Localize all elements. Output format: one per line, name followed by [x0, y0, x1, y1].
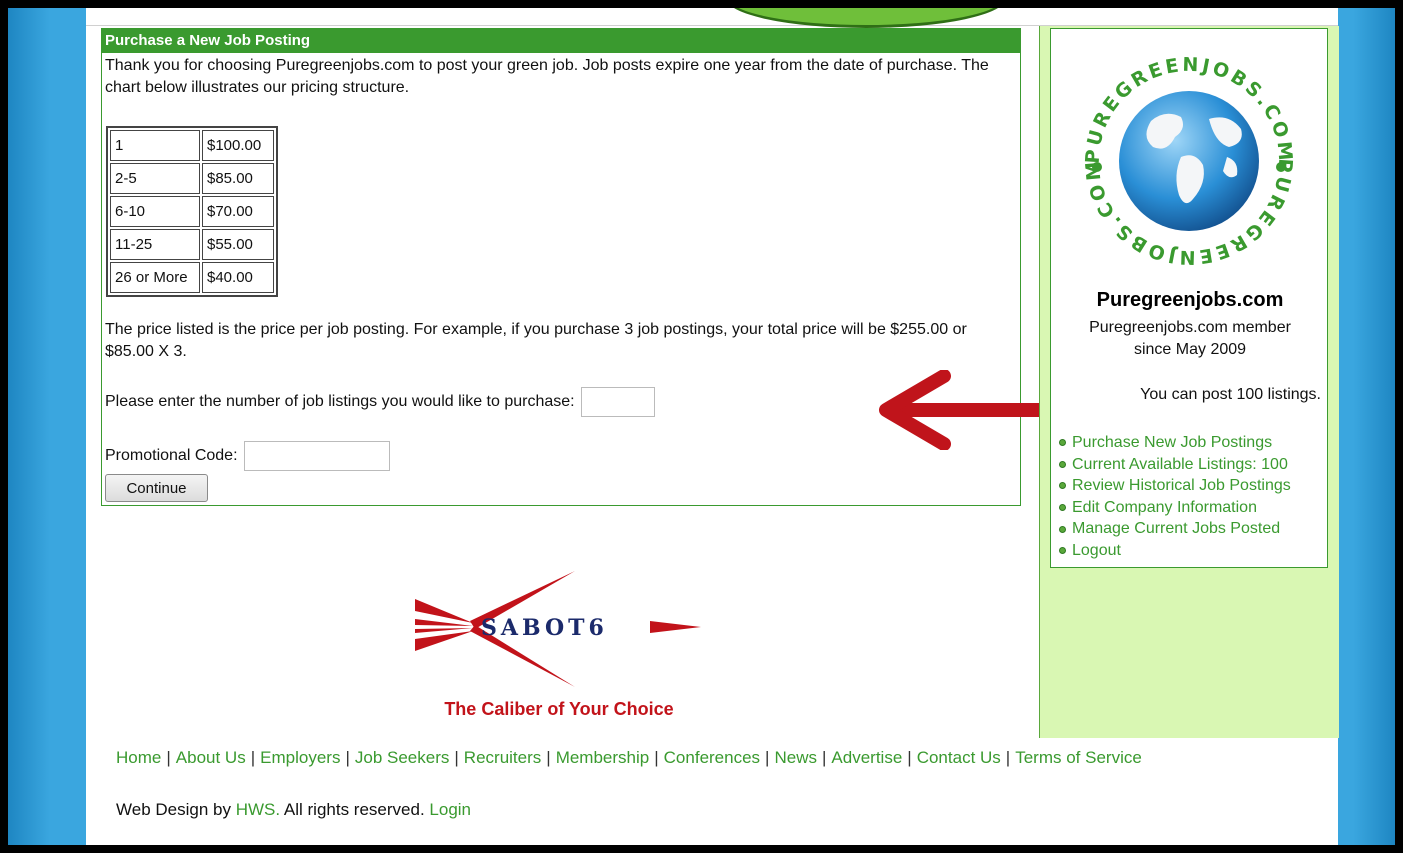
footer-link-job-seekers[interactable]: Job Seekers [355, 748, 450, 767]
listings-count: You can post 100 listings. [1140, 386, 1321, 403]
price-cell: $40.00 [202, 262, 274, 293]
credit-prefix: Web Design by [116, 800, 231, 819]
footer-link-about[interactable]: About Us [176, 748, 246, 767]
price-cell: $55.00 [202, 229, 274, 260]
price-cell: $85.00 [202, 163, 274, 194]
menu-item-history[interactable]: Review Historical Job Postings [1059, 475, 1291, 497]
intro-text: Thank you for choosing Puregreenjobs.com… [105, 57, 989, 96]
top-strip [86, 8, 1338, 26]
bullet-icon [1059, 460, 1066, 468]
company-panel: PUREGREENJOBS.COM PUREGREENJOBS.COM Pure… [1050, 28, 1328, 568]
sabot6-tagline: The Caliber of Your Choice [444, 699, 674, 719]
login-link[interactable]: Login [429, 800, 471, 819]
quantity-cell: 1 [110, 130, 200, 161]
continue-button[interactable]: Continue [105, 474, 208, 502]
footer-credit: Web Design by HWS. All rights reserved. … [116, 800, 471, 820]
price-cell: $70.00 [202, 196, 274, 227]
sabot6-banner[interactable]: SABOT6 The Caliber of Your Choice [415, 569, 703, 734]
member-info: Puregreenjobs.com member since May 2009 [1051, 317, 1329, 361]
quantity-cell: 2-5 [110, 163, 200, 194]
footer-link-news[interactable]: News [774, 748, 817, 767]
table-row: 26 or More $40.00 [110, 262, 274, 293]
menu-link[interactable]: Review Historical Job Postings [1072, 475, 1291, 497]
quantity-cell: 26 or More [110, 262, 200, 293]
bullet-icon [1059, 482, 1066, 490]
member-since: since May 2009 [1133, 341, 1247, 358]
member-line: Puregreenjobs.com member [1089, 319, 1291, 336]
footer-link-conferences[interactable]: Conferences [664, 748, 760, 767]
bullet-icon [1059, 439, 1066, 447]
footer-link-recruiters[interactable]: Recruiters [464, 748, 541, 767]
sabot6-logo: SABOT6 [415, 571, 701, 687]
menu-link[interactable]: Manage Current Jobs Posted [1072, 518, 1280, 540]
pricing-table: 1 $100.00 2-5 $85.00 6-10 $70.00 11-25 $… [106, 126, 278, 297]
table-row: 1 $100.00 [110, 130, 274, 161]
bullet-icon [1059, 547, 1066, 555]
table-row: 11-25 $55.00 [110, 229, 274, 260]
footer-link-advertise[interactable]: Advertise [831, 748, 902, 767]
company-name: Puregreenjobs.com [1096, 289, 1284, 311]
quantity-cell: 11-25 [110, 229, 200, 260]
table-row: 2-5 $85.00 [110, 163, 274, 194]
footer-link-home[interactable]: Home [116, 748, 161, 767]
credit-link-hws[interactable]: HWS. [236, 800, 280, 819]
menu-link[interactable]: Logout [1072, 540, 1121, 562]
menu-item-purchase[interactable]: Purchase New Job Postings [1059, 432, 1291, 454]
promo-row: Promotional Code: [105, 441, 390, 471]
menu-item-manage-jobs[interactable]: Manage Current Jobs Posted [1059, 518, 1291, 540]
footer-nav: Home | About Us | Employers | Job Seekers | Recr… [116, 748, 1142, 767]
footer-link-membership[interactable]: Membership [556, 748, 650, 767]
menu-item-logout[interactable]: Logout [1059, 540, 1291, 562]
footer-link-contact[interactable]: Contact Us [917, 748, 1001, 767]
footer-link-terms[interactable]: Terms of Service [1015, 748, 1142, 767]
quantity-input[interactable] [580, 387, 655, 417]
menu-item-available-listings[interactable]: Current Available Listings: 100 [1059, 454, 1291, 476]
bullet-icon [1059, 504, 1066, 512]
price-cell: $100.00 [202, 130, 274, 161]
puregreenjobs-logo: PUREGREENJOBS.COM PUREGREENJOBS.COM [1081, 54, 1293, 268]
promo-label: Promotional Code: [105, 447, 238, 464]
bullet-icon [1059, 525, 1066, 533]
quantity-row: Please enter the number of job listings … [105, 387, 655, 417]
footer-link-employers[interactable]: Employers [260, 748, 340, 767]
menu-item-edit-company[interactable]: Edit Company Information [1059, 497, 1291, 519]
menu-link[interactable]: Purchase New Job Postings [1072, 432, 1272, 454]
credit-rights: All rights reserved. [283, 800, 425, 819]
sidebar: PUREGREENJOBS.COM PUREGREENJOBS.COM Pure… [1039, 26, 1339, 738]
account-menu: Purchase New Job Postings Current Availa… [1059, 432, 1291, 562]
pricing-note: The price listed is the price per job po… [105, 321, 967, 360]
promo-code-input[interactable] [243, 441, 390, 471]
screenshot-frame: Purchase a New Job Posting Thank you for… [8, 8, 1395, 845]
sabot6-wordmark: SABOT6 [481, 615, 608, 641]
page-container: Purchase a New Job Posting Thank you for… [86, 8, 1339, 845]
menu-link[interactable]: Edit Company Information [1072, 497, 1257, 519]
menu-link[interactable]: Current Available Listings: 100 [1072, 454, 1288, 476]
table-row: 6-10 $70.00 [110, 196, 274, 227]
quantity-label: Please enter the number of job listings … [105, 393, 575, 410]
panel-title: Purchase a New Job Posting [102, 29, 1020, 53]
quantity-cell: 6-10 [110, 196, 200, 227]
